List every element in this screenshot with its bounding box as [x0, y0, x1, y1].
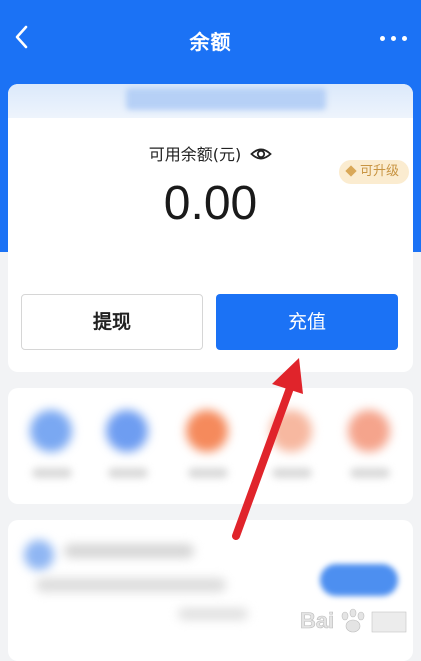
service-label	[32, 468, 72, 478]
baidu-watermark-logo: Bai	[300, 608, 407, 633]
page-title: 余额	[189, 30, 232, 54]
service-label	[108, 468, 148, 478]
service-icon[interactable]	[106, 410, 148, 452]
balance-card: 可用余额(元) 可升级 0.00 提现 充值	[8, 84, 413, 372]
recharge-button[interactable]: 充值	[216, 294, 398, 350]
service-label	[188, 468, 228, 478]
more-button[interactable]	[379, 26, 409, 50]
service-icon[interactable]	[348, 410, 390, 452]
services-card	[8, 388, 413, 504]
diamond-icon	[345, 164, 357, 177]
withdraw-button[interactable]: 提现	[21, 294, 203, 350]
promo-title	[64, 544, 194, 558]
top-nav-bar: 余额	[0, 0, 421, 78]
balance-amount: 0.00	[163, 177, 258, 230]
more-dot	[391, 36, 396, 41]
service-icon[interactable]	[270, 410, 312, 452]
svg-text:Bai: Bai	[300, 608, 334, 633]
service-label	[350, 468, 390, 478]
service-label	[272, 468, 312, 478]
promo-text	[36, 578, 226, 592]
more-dot	[380, 36, 385, 41]
promo-button[interactable]	[320, 564, 398, 596]
more-dot	[402, 36, 407, 41]
eye-icon[interactable]	[250, 146, 273, 166]
blurred-banner	[126, 88, 326, 110]
card-top-band	[8, 84, 413, 118]
balance-label: 可用余额(元)	[148, 145, 242, 164]
service-icon[interactable]	[30, 410, 72, 452]
service-icon[interactable]	[186, 410, 228, 452]
promo-subtext	[178, 608, 248, 620]
promo-icon	[24, 540, 54, 570]
